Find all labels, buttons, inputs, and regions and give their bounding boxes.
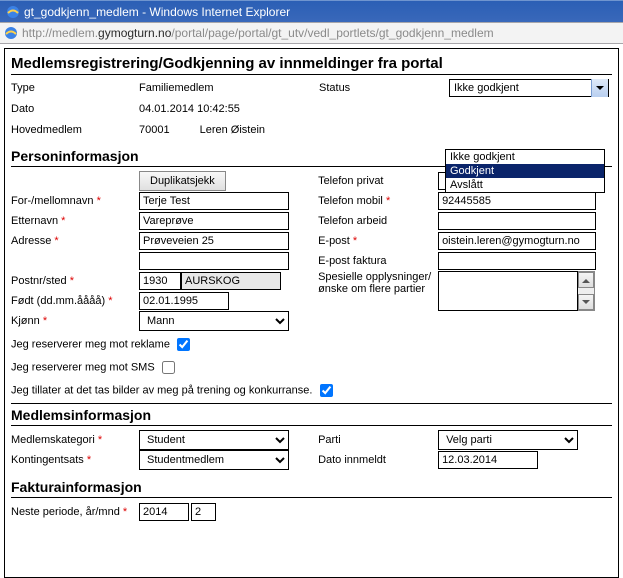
duplikatsjekk-button[interactable]: Duplikatsjekk <box>139 171 226 191</box>
reklame-label: Jeg reserverer meg mot reklame <box>11 338 170 350</box>
parti-select[interactable]: Velg parti <box>438 430 578 450</box>
status-select-wrap: Ikke godkjent <box>449 79 614 97</box>
epost-input[interactable] <box>438 232 596 250</box>
kjonn-select[interactable]: Mann <box>139 311 289 331</box>
status-option-ikke-godkjent[interactable]: Ikke godkjent <box>446 150 604 164</box>
window-title: gt_godkjenn_medlem - Windows Internet Ex… <box>24 1 290 23</box>
kontingentsats-select[interactable]: Studentmedlem <box>139 450 289 470</box>
poststed-input <box>181 272 281 290</box>
sms-checkbox[interactable] <box>162 361 175 374</box>
ie-page-icon <box>4 26 18 40</box>
status-option-avslatt[interactable]: Avslått <box>446 178 604 192</box>
tel-arbeid-input[interactable] <box>438 212 596 230</box>
bilder-row: Jeg tillater at det tas bilder av meg på… <box>11 381 612 404</box>
periode-aar-input[interactable] <box>139 503 189 521</box>
etternavn-input[interactable] <box>139 212 289 230</box>
fodt-input[interactable] <box>139 292 229 310</box>
medlem-section-title: Medlemsinformasjon <box>11 404 612 426</box>
faktura-section-title: Fakturainformasjon <box>11 476 612 498</box>
medlemskategori-select[interactable]: Student <box>139 430 289 450</box>
dato-value: 04.01.2014 10:42:55 <box>139 100 319 118</box>
url-text: http://medlem.gymogturn.no/portal/page/p… <box>22 26 494 40</box>
sms-label: Jeg reserverer meg mot SMS <box>11 361 155 373</box>
epost-faktura-input[interactable] <box>438 252 596 270</box>
kjonn-label: Kjønn * <box>11 315 139 327</box>
fornavn-input[interactable] <box>139 192 289 210</box>
bilder-label: Jeg tillater at det tas bilder av meg på… <box>11 384 312 396</box>
status-label: Status <box>319 79 449 97</box>
dato-innmeldt-input[interactable] <box>438 451 538 469</box>
status-select[interactable]: Ikke godkjent <box>449 79 609 97</box>
hovedmedlem-label: Hovedmedlem <box>11 121 139 139</box>
periode-mnd-input[interactable] <box>191 503 216 521</box>
postnr-label: Postnr/sted * <box>11 275 139 287</box>
postnr-input[interactable] <box>139 272 181 290</box>
sms-row: Jeg reserverer meg mot SMS <box>11 358 612 377</box>
tel-mobil-input[interactable] <box>438 192 596 210</box>
type-value: Familiemedlem <box>139 79 319 97</box>
ie-icon <box>6 5 20 19</box>
tel-mobil-label: Telefon mobil * <box>318 195 438 207</box>
epost-label: E-post * <box>318 235 438 247</box>
address-bar[interactable]: http://medlem.gymogturn.no/portal/page/p… <box>0 22 623 44</box>
window-titlebar: gt_godkjenn_medlem - Windows Internet Ex… <box>0 0 623 22</box>
bilder-checkbox[interactable] <box>320 384 333 397</box>
tel-arbeid-label: Telefon arbeid <box>318 215 438 227</box>
adresse-label: Adresse * <box>11 235 139 247</box>
epost-faktura-label: E-post faktura <box>318 255 438 267</box>
header-grid: Type Familiemedlem Status Ikke godkjent … <box>11 79 612 139</box>
scroll-up-icon[interactable] <box>578 272 594 288</box>
dato-innmeldt-label: Dato innmeldt <box>318 454 438 466</box>
spesielle-textarea[interactable] <box>438 271 578 311</box>
hovedmedlem-value: 70001 Leren Øistein <box>139 121 319 139</box>
kontingentsats-label: Kontingentsats * <box>11 454 139 466</box>
content-panel: Medlemsregistrering/Godkjenning av innme… <box>4 48 619 578</box>
fodt-label: Født (dd.mm.åååå) * <box>11 295 139 307</box>
medlemskategori-label: Medlemskategori * <box>11 434 139 446</box>
status-option-godkjent[interactable]: Godkjent <box>446 164 604 178</box>
scroll-down-icon[interactable] <box>578 294 594 310</box>
type-label: Type <box>11 79 139 97</box>
chevron-down-icon[interactable] <box>591 79 608 97</box>
fornavn-label: For-/mellomnavn * <box>11 195 139 207</box>
etternavn-label: Etternavn * <box>11 215 139 227</box>
dato-label: Dato <box>11 100 139 118</box>
status-dropdown[interactable]: Ikke godkjent Godkjent Avslått <box>445 149 605 193</box>
adresse2-input[interactable] <box>139 252 289 270</box>
spesielle-label: Spesielle opplysninger/ønske om flere pa… <box>318 271 438 295</box>
reklame-checkbox[interactable] <box>177 338 190 351</box>
periode-label: Neste periode, år/mnd * <box>11 506 139 518</box>
tel-privat-label: Telefon privat <box>318 175 438 187</box>
adresse-input[interactable] <box>139 232 289 250</box>
reklame-row: Jeg reserverer meg mot reklame <box>11 335 612 354</box>
page-title: Medlemsregistrering/Godkjenning av innme… <box>11 52 612 75</box>
parti-label: Parti <box>318 434 438 446</box>
